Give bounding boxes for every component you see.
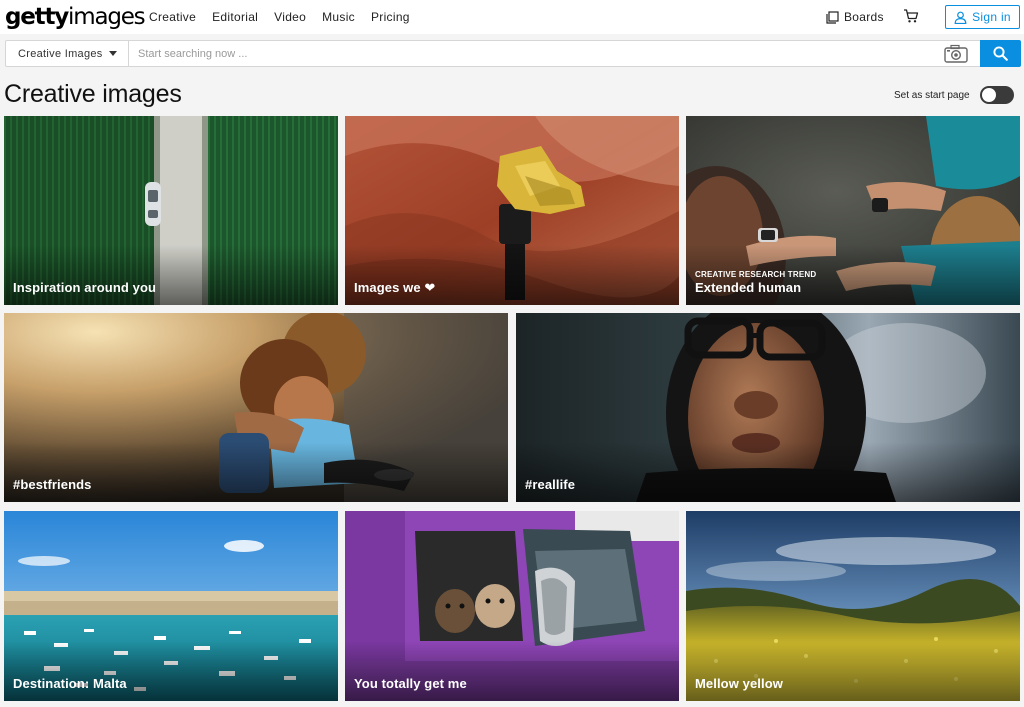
cart-icon bbox=[904, 9, 919, 23]
tile-caption: Destination: Malta bbox=[13, 676, 127, 691]
tile-shade bbox=[516, 442, 1020, 502]
tile-caption: #reallife bbox=[525, 477, 576, 492]
getty-images-logo[interactable]: gettyimages bbox=[5, 3, 146, 31]
tile-caption: You totally get me bbox=[354, 676, 467, 691]
top-header: gettyimages Creative Editorial Video Mus… bbox=[0, 0, 1024, 34]
tile-you-totally-get-me[interactable]: You totally get me bbox=[345, 511, 679, 701]
tile-caption: #bestfriends bbox=[13, 477, 92, 492]
search-type-dropdown[interactable]: Creative Images bbox=[6, 41, 129, 66]
tile-images-we-love[interactable]: Images we ❤ bbox=[345, 116, 679, 305]
tile-extended-human[interactable]: CREATIVE RESEARCH TREND Extended human bbox=[686, 116, 1020, 305]
main-nav: Creative Editorial Video Music Pricing bbox=[149, 0, 426, 34]
logo-part-getty: getty bbox=[5, 4, 69, 30]
tile-bestfriends[interactable]: #bestfriends bbox=[4, 313, 508, 502]
search-type-label: Creative Images bbox=[18, 47, 103, 60]
nav-item-creative[interactable]: Creative bbox=[149, 10, 196, 24]
cart-button[interactable] bbox=[903, 8, 921, 26]
tile-caption: Images we ❤ bbox=[354, 280, 436, 295]
nav-item-pricing[interactable]: Pricing bbox=[371, 10, 410, 24]
tile-shade bbox=[345, 641, 679, 701]
nav-item-editorial[interactable]: Editorial bbox=[212, 10, 258, 24]
tile-destination-malta[interactable]: Destination: Malta bbox=[4, 511, 338, 701]
user-icon bbox=[954, 11, 967, 24]
tile-eyebrow: CREATIVE RESEARCH TREND bbox=[695, 270, 817, 279]
caret-down-icon bbox=[108, 51, 117, 56]
tile-mellow-yellow[interactable]: Mellow yellow bbox=[686, 511, 1020, 701]
sign-in-button[interactable]: Sign in bbox=[945, 5, 1020, 29]
search-bar: Creative Images bbox=[5, 40, 1021, 67]
search-icon bbox=[993, 46, 1008, 61]
tile-caption: Extended human bbox=[695, 280, 802, 295]
start-page-toggle[interactable] bbox=[980, 86, 1014, 104]
tile-shade bbox=[4, 641, 338, 701]
page-title: Creative images bbox=[4, 80, 182, 108]
tile-shade bbox=[4, 442, 508, 502]
boards-button[interactable]: Boards bbox=[826, 8, 884, 26]
logo-part-images: images bbox=[68, 4, 146, 30]
sign-in-label: Sign in bbox=[972, 10, 1011, 24]
toggle-knob bbox=[982, 88, 996, 102]
start-page-label: Set as start page bbox=[894, 89, 970, 101]
camera-icon bbox=[944, 44, 968, 63]
tile-shade bbox=[4, 245, 338, 305]
nav-item-video[interactable]: Video bbox=[274, 10, 306, 24]
boards-label: Boards bbox=[844, 10, 884, 24]
tile-caption: Inspiration around you bbox=[13, 280, 157, 295]
tile-reallife[interactable]: #reallife bbox=[516, 313, 1020, 502]
tile-shade bbox=[345, 245, 679, 305]
search-by-image-button[interactable] bbox=[943, 44, 973, 64]
search-input[interactable] bbox=[130, 41, 940, 66]
nav-item-music[interactable]: Music bbox=[322, 10, 355, 24]
tile-caption: Mellow yellow bbox=[695, 676, 783, 691]
tile-inspiration-around-you[interactable]: Inspiration around you bbox=[4, 116, 338, 305]
search-button[interactable] bbox=[980, 40, 1021, 67]
tile-shade bbox=[686, 641, 1020, 701]
boards-icon bbox=[826, 10, 839, 24]
